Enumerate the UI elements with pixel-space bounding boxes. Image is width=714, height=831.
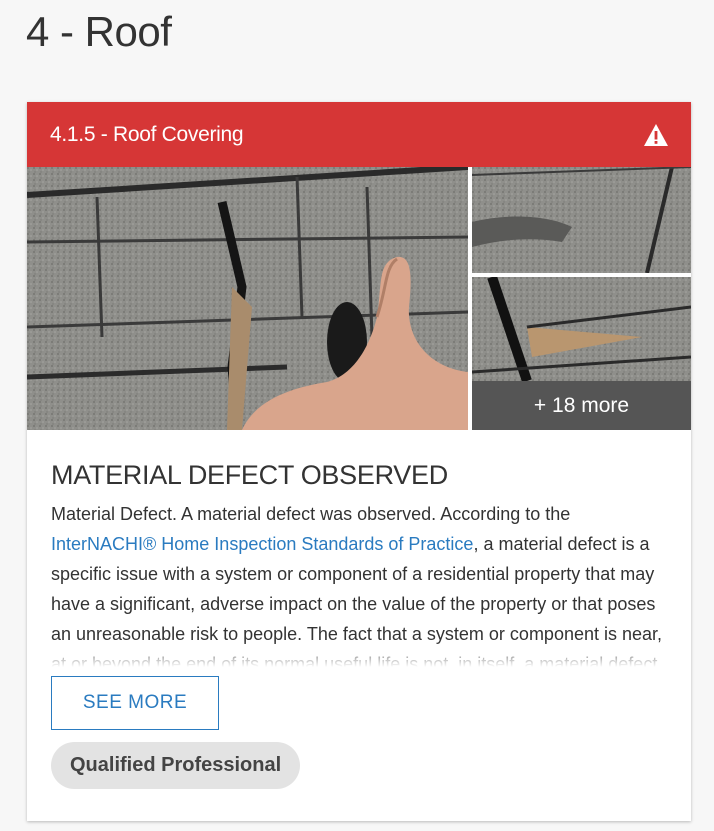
see-more-button[interactable]: SEE MORE <box>51 676 219 730</box>
defect-description: Material Defect. A material defect was o… <box>51 499 667 667</box>
warning-icon <box>644 123 668 146</box>
section-title: 4 - Roof <box>26 8 172 55</box>
defect-card: 4.1.5 - Roof Covering + 18 more MATERIAL… <box>27 102 691 821</box>
roof-photo-2[interactable] <box>472 167 691 273</box>
photo-gallery: + 18 more <box>27 167 691 430</box>
standards-link[interactable]: InterNACHI® Home Inspection Standards of… <box>51 534 473 554</box>
card-title: 4.1.5 - Roof Covering <box>50 122 244 146</box>
roof-photo-3[interactable] <box>472 277 691 381</box>
defect-title: MATERIAL DEFECT OBSERVED <box>51 460 448 490</box>
qualified-professional-badge: Qualified Professional <box>51 742 301 789</box>
more-photos-button[interactable]: + 18 more <box>472 381 691 430</box>
description-text-start: Material Defect. A material defect was o… <box>51 504 571 524</box>
card-header[interactable]: 4.1.5 - Roof Covering <box>27 102 691 167</box>
roof-photo-main[interactable] <box>27 167 468 430</box>
